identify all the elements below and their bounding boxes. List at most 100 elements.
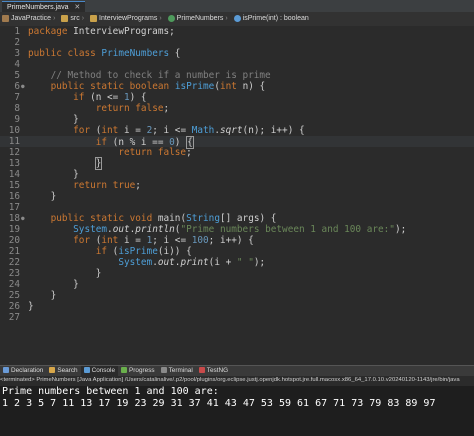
code-text: } xyxy=(28,114,79,125)
code-text: System.out.println("Prime numbers betwee… xyxy=(73,224,407,235)
line-number: 8 xyxy=(14,103,20,114)
code-line[interactable]: 16 } xyxy=(0,191,474,202)
code-text: return false; xyxy=(95,103,170,114)
code-line[interactable]: 25 } xyxy=(0,290,474,301)
line-number: 26 xyxy=(8,301,20,312)
code-line[interactable]: 10 for (int i = 2; i <= Math.sqrt(n); i+… xyxy=(0,125,474,136)
console-process-label: <terminated> PrimeNumbers [Java Applicat… xyxy=(0,376,474,385)
line-number: 3 xyxy=(14,48,20,59)
panel-tab-testng[interactable]: TestNG xyxy=(196,366,231,376)
breadcrumb: JavaPractice › src › InterviewPrograms › Pr… xyxy=(0,12,474,27)
code-line[interactable]: 23 } xyxy=(0,268,474,279)
chevron-right-icon: › xyxy=(225,15,228,22)
editor-tab-bar: PrimeNumbers.java ✕ xyxy=(0,0,474,13)
line-number: 27 xyxy=(8,312,20,323)
code-line[interactable]: 18 ● public static void main(String[] arg… xyxy=(0,213,474,224)
code-line[interactable]: 5 // Method to check if a number is prim… xyxy=(0,70,474,81)
panel-tab-label: Declaration xyxy=(11,367,44,374)
breadcrumb-item-src[interactable]: src xyxy=(61,12,80,26)
console-output[interactable]: Prime numbers between 1 and 100 are: 1 2 … xyxy=(0,386,474,436)
source-folder-icon xyxy=(61,14,69,22)
panel-tab-label: Progress xyxy=(129,367,155,374)
code-editor[interactable]: 1 package InterviewPrograms; 2 3 public clas… xyxy=(0,26,474,360)
code-line[interactable]: 22 System.out.print(i + " "); xyxy=(0,257,474,268)
code-line[interactable]: 6 ● public static boolean isPrime(int n) … xyxy=(0,81,474,92)
code-line[interactable]: 26} xyxy=(0,301,474,312)
line-number: 2 xyxy=(14,37,20,48)
breadcrumb-item-class[interactable]: PrimeNumbers xyxy=(167,12,224,26)
panel-tab-label: Search xyxy=(57,367,78,374)
search-icon xyxy=(49,367,56,374)
class-icon xyxy=(167,14,175,22)
line-number: 14 xyxy=(8,169,20,180)
code-line[interactable]: 2 xyxy=(0,37,474,48)
code-line[interactable]: 15 return true; xyxy=(0,180,474,191)
line-number: 6 xyxy=(14,81,20,92)
method-icon xyxy=(233,14,241,22)
project-icon xyxy=(2,14,9,22)
code-line[interactable]: 14 } xyxy=(0,169,474,180)
code-text: for (int i = 1; i <= 100; i++) { xyxy=(73,235,254,246)
panel-tab-search[interactable]: Search xyxy=(46,366,80,376)
bottom-panel-tabs: Declaration Search Console Progress Terminal… xyxy=(0,365,474,376)
line-number: 9 xyxy=(14,114,20,125)
breadcrumb-label: PrimeNumbers xyxy=(176,15,224,22)
code-line[interactable]: 20 for (int i = 1; i <= 100; i++) { xyxy=(0,235,474,246)
fold-marker-icon[interactable]: ● xyxy=(21,213,27,224)
code-text: if (n <= 1) { xyxy=(73,92,147,103)
code-line[interactable]: 27 xyxy=(0,312,474,323)
code-text: } xyxy=(28,191,57,202)
panel-tab-declaration[interactable]: Declaration xyxy=(0,366,46,376)
line-number: 22 xyxy=(8,257,20,268)
line-number: 16 xyxy=(8,191,20,202)
line-number: 10 xyxy=(8,125,20,136)
breadcrumb-label: isPrime(int) : boolean xyxy=(242,15,309,22)
code-text: public static boolean isPrime(int n) { xyxy=(50,81,266,92)
code-text: public class PrimeNumbers { xyxy=(28,48,181,59)
code-text: return true; xyxy=(73,180,141,191)
code-text: // Method to check if a number is prime xyxy=(50,70,271,81)
line-number: 12 xyxy=(8,147,20,158)
code-line[interactable]: 7 if (n <= 1) { xyxy=(0,92,474,103)
code-text: } xyxy=(28,268,102,279)
code-text: package InterviewPrograms; xyxy=(28,26,175,37)
console-icon xyxy=(83,367,90,374)
breadcrumb-label: src xyxy=(70,15,80,22)
breadcrumb-item-package[interactable]: InterviewPrograms xyxy=(90,12,157,26)
panel-tab-label: Console xyxy=(91,367,116,374)
fold-marker-icon[interactable]: ● xyxy=(21,81,27,92)
progress-icon xyxy=(121,367,128,374)
line-number: 18 xyxy=(8,213,20,224)
line-number: 13 xyxy=(8,158,20,169)
code-line[interactable]: 11 if (n % i == 0) { xyxy=(0,136,474,149)
code-line[interactable]: 19 System.out.println("Prime numbers bet… xyxy=(0,224,474,235)
line-number: 17 xyxy=(8,202,20,213)
console-line: Prime numbers between 1 and 100 are: xyxy=(2,386,219,397)
panel-tab-progress[interactable]: Progress xyxy=(118,366,158,376)
panel-tab-terminal[interactable]: Terminal xyxy=(158,366,196,376)
code-line[interactable]: 24 } xyxy=(0,279,474,290)
line-number: 19 xyxy=(8,224,20,235)
breadcrumb-item-method[interactable]: isPrime(int) : boolean xyxy=(233,12,309,26)
line-number: 15 xyxy=(8,180,20,191)
code-line[interactable]: 12 return false; xyxy=(0,147,474,158)
breadcrumb-label: InterviewPrograms xyxy=(99,15,158,22)
panel-tab-label: TestNG xyxy=(206,367,229,374)
code-line[interactable]: 21 if (isPrime(i)) { xyxy=(0,246,474,257)
code-line[interactable]: 4 xyxy=(0,59,474,70)
code-line[interactable]: 8 return false; xyxy=(0,103,474,114)
close-icon[interactable]: ✕ xyxy=(74,4,80,11)
code-text: } xyxy=(28,301,34,312)
code-line[interactable]: 13 } xyxy=(0,157,474,170)
panel-tab-console[interactable]: Console xyxy=(80,366,119,376)
code-line[interactable]: 17 xyxy=(0,202,474,213)
line-number: 20 xyxy=(8,235,20,246)
code-line[interactable]: 3 public class PrimeNumbers { xyxy=(0,48,474,59)
breadcrumb-item-project[interactable]: JavaPractice xyxy=(2,12,51,26)
code-line[interactable]: 1 package InterviewPrograms; xyxy=(0,26,474,37)
chevron-right-icon: › xyxy=(159,15,162,22)
panel-tab-label: Terminal xyxy=(168,367,193,374)
line-number: 11 xyxy=(8,136,20,147)
code-text: return false; xyxy=(118,147,192,158)
code-line[interactable]: 9 } xyxy=(0,114,474,125)
